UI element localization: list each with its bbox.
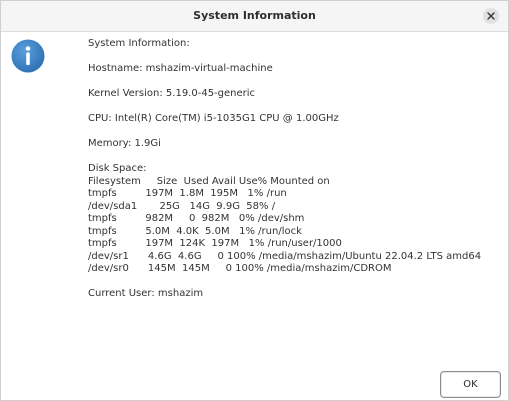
disk-row: /dev/sda1 25G 14G 9.9G 58% / [88, 200, 276, 212]
cpu-line: CPU: Intel(R) Core(TM) i5-1035G1 CPU @ 1… [88, 113, 339, 124]
titlebar: System Information [1, 1, 508, 32]
disk-row: /dev/sr0 145M 145M 0 100% /media/mshazim… [88, 263, 392, 274]
info-icon [11, 39, 45, 73]
current-user-line: Current User: mshazim [88, 288, 204, 299]
disk-row: tmpfs 5.0M 4.0K 5.0M 1% /run/lock [88, 225, 302, 237]
window-title: System Information [193, 9, 316, 22]
system-information-dialog: System Information System Information: H… [0, 0, 509, 401]
memory-line: Memory: 1.9Gi [88, 138, 161, 149]
kernel-line: Kernel Version: 5.19.0-45-generic [88, 88, 256, 99]
disk-row: tmpfs 982M 0 982M 0% /dev/shm [88, 213, 305, 224]
ok-button[interactable]: OK [440, 371, 501, 398]
disk-heading: Disk Space: [88, 163, 147, 174]
message-body: System Information: Hostname: mshazim-vi… [88, 38, 493, 301]
disk-row: tmpfs 197M 1.8M 195M 1% /run [88, 188, 287, 199]
hostname-line: Hostname: mshazim-virtual-machine [88, 63, 273, 74]
disk-header-row: Filesystem Size Used Avail Use% Mounted … [88, 175, 330, 187]
disk-row: tmpfs 197M 124K 197M 1% /run/user/1000 [88, 238, 342, 249]
close-button[interactable] [483, 8, 499, 24]
disk-row: /dev/sr1 4.6G 4.6G 0 100% /media/mshazim… [88, 250, 482, 262]
close-icon [487, 12, 495, 20]
info-heading: System Information: [88, 38, 190, 49]
